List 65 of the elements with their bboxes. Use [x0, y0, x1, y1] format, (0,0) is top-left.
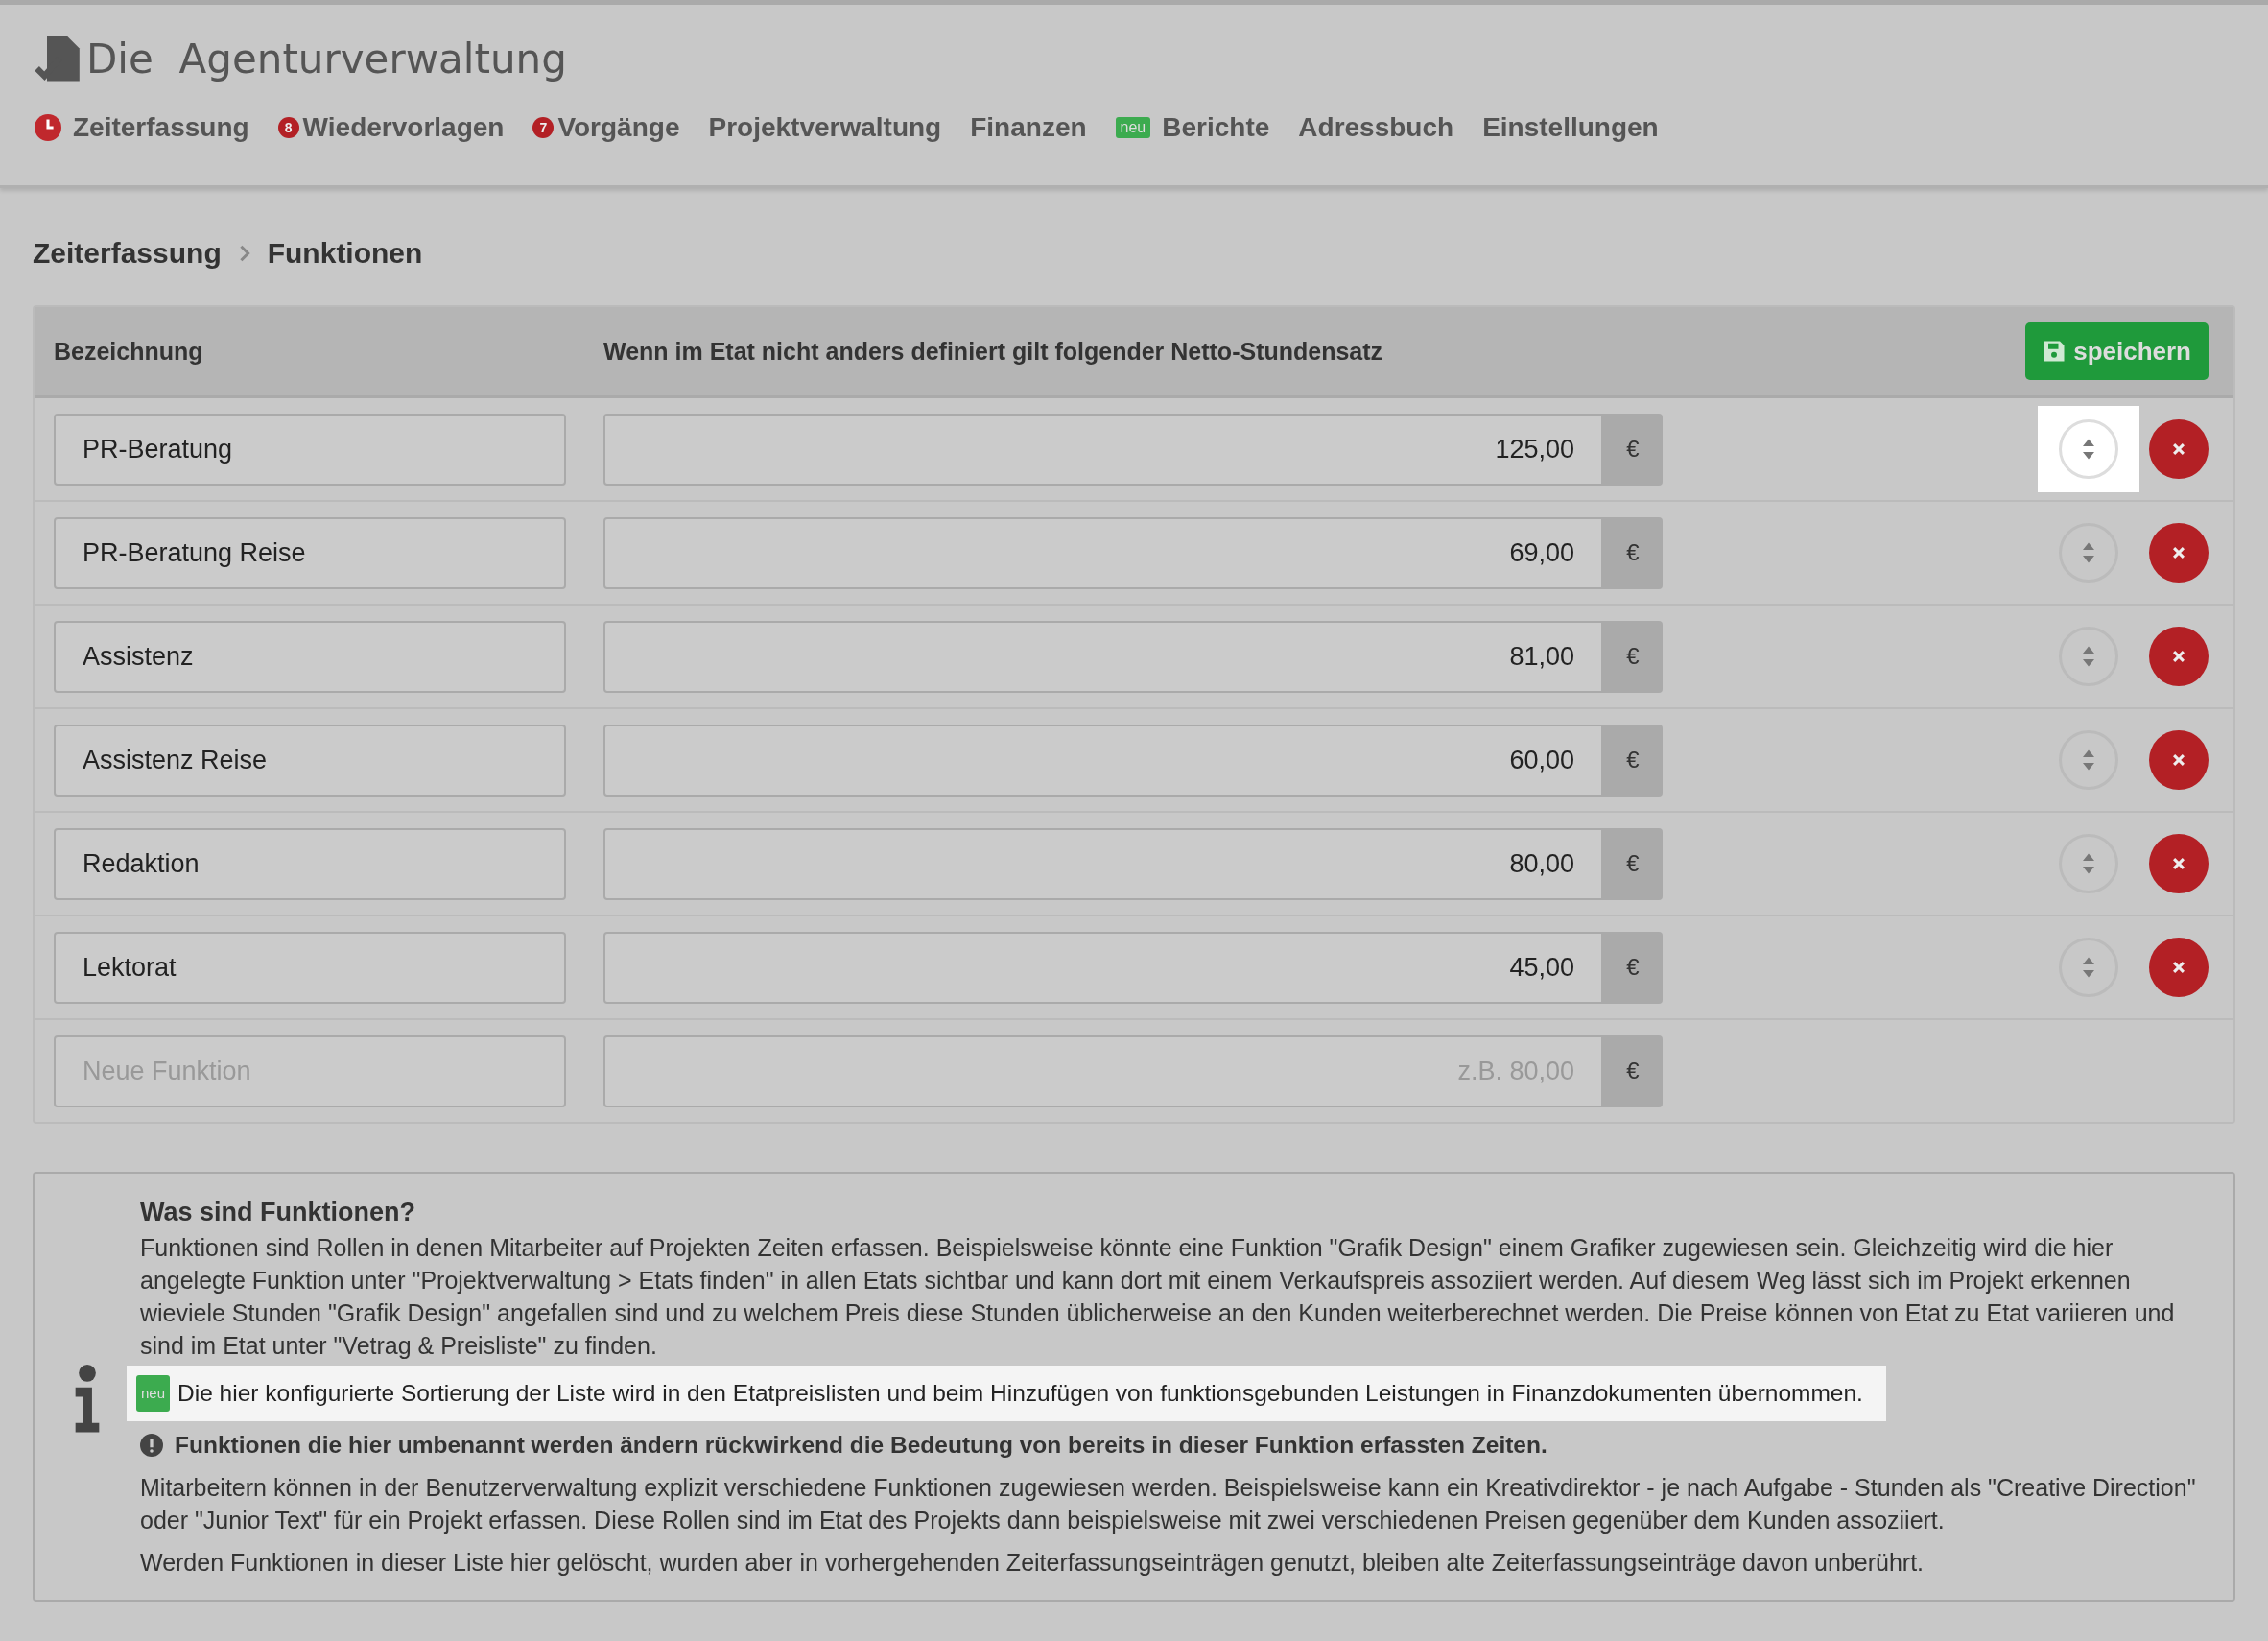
count-badge: 7: [532, 117, 555, 138]
sort-button[interactable]: [2059, 938, 2118, 997]
clock-icon: [35, 114, 61, 141]
nav-item[interactable]: Zeiterfassung: [35, 112, 249, 143]
name-field[interactable]: Assistenz Reise: [54, 724, 566, 797]
sort-icon: [2081, 852, 2096, 875]
name-field[interactable]: Lektorat: [54, 931, 566, 1004]
rate-field[interactable]: 125,00: [603, 413, 1603, 486]
rate-field[interactable]: 45,00: [603, 931, 1603, 1004]
info-paragraph: Mitarbeitern können in der Benutzerverwaltung explizit verschiedene Funktionen zugewiesen werden. Beispielsweise kann ein Kreativdirektor - je nach Aufgabe - Stunden als "Creative Direction" oder "Junior Text" für ein Projekt erfassen. Diese Rollen sind im Etat des Projekts dann beispielsweise mit zwei verschiedenen Preisen gegenüber dem Kunden assoziiert.: [140, 1473, 2197, 1535]
rate-field[interactable]: 60,00: [603, 724, 1603, 797]
sort-icon: [2081, 541, 2096, 564]
close-icon: [2172, 442, 2185, 456]
nav-item[interactable]: neu Berichte: [1115, 112, 1270, 143]
currency-addon: €: [1603, 413, 1663, 486]
page-title: Funktionen: [267, 237, 423, 270]
info-title: Was sind Funktionen?: [140, 1197, 416, 1228]
currency-addon: €: [1603, 516, 1663, 589]
rate-field[interactable]: 69,00: [603, 516, 1603, 589]
name-field[interactable]: Redaktion: [54, 827, 566, 900]
exclamation-icon: [140, 1434, 163, 1457]
nav-item[interactable]: Projektverwaltung: [708, 112, 942, 143]
sort-button[interactable]: [2059, 730, 2118, 790]
currency-addon: €: [1603, 620, 1663, 693]
column-header: Bezeichnung: [54, 337, 204, 366]
breadcrumb-item[interactable]: Zeiterfassung: [33, 237, 222, 270]
close-icon: [2172, 961, 2185, 974]
sort-button[interactable]: [2059, 627, 2118, 686]
sort-button[interactable]: [2059, 834, 2118, 893]
close-icon: [2172, 857, 2185, 870]
sort-icon: [2081, 438, 2096, 461]
name-field[interactable]: PR-Beratung: [54, 413, 566, 486]
floppy-icon: [2043, 340, 2067, 363]
rate-field[interactable]: 80,00: [603, 827, 1603, 900]
name-field[interactable]: PR-Beratung Reise: [54, 516, 566, 589]
nav-item[interactable]: 7 Vorgänge: [532, 112, 680, 143]
sort-icon: [2081, 645, 2096, 668]
sort-icon: [2081, 956, 2096, 979]
currency-addon: €: [1603, 931, 1663, 1004]
close-icon: [2172, 753, 2185, 767]
count-badge: 8: [277, 117, 299, 138]
info-paragraph: Werden Funktionen in dieser Liste hier gelöscht, wurden aber in vorhergehenden Zeiterfassungseinträgen genutzt, bleiben alte Zeiterfassungseinträge davon unberührt.: [140, 1548, 1925, 1578]
sort-icon: [2081, 749, 2096, 772]
currency-addon: €: [1603, 827, 1663, 900]
column-header: Wenn im Etat nicht anders definiert gilt folgender Netto-Stundensatz: [603, 337, 1384, 366]
nav-item[interactable]: 8 Wiedervorlagen: [277, 112, 505, 143]
nav-item[interactable]: Finanzen: [970, 112, 1087, 143]
nav-item[interactable]: Einstellungen: [1482, 112, 1659, 143]
chevron-icon: [238, 244, 250, 263]
new-badge: neu: [1115, 117, 1151, 138]
currency-addon: €: [1603, 724, 1663, 797]
warning-text: Funktionen die hier umbenannt werden ändern rückwirkend die Bedeutung von bereits in dieser Funktion erfassten Zeiten.: [175, 1431, 1547, 1460]
name-field[interactable]: Assistenz: [54, 620, 566, 693]
new-badge: neu: [136, 1375, 171, 1412]
notice-text: Die hier konfigurierte Sortierung der Liste wird in den Etatpreislisten und beim Hinzufügen von funktionsgebunden Leistungen in Finanzdokumenten übernommen.: [177, 1379, 1863, 1408]
rate-field[interactable]: 81,00: [603, 620, 1603, 693]
nav-item[interactable]: Adressbuch: [1298, 112, 1454, 143]
close-icon: [2172, 650, 2185, 663]
app-title: Die Agenturverwaltung: [86, 35, 567, 83]
sort-button[interactable]: [2059, 419, 2118, 479]
info-paragraph: Funktionen sind Rollen in denen Mitarbeiter auf Projekten Zeiten erfassen. Beispielsweise könnte eine Funktion "Grafik Design" einem Grafiker zugewiesen sein. Gleichzeitig wird die hier angelegte Funktion unter "Projektverwaltung > Etats finden" in allen Etats sichtbar und kann dort mit einem Verkaufspreis assoziiert werden. Auf diesem Weg lässt sich im Projekt erkennen wieviele Stunden "Grafik Design" angefallen sind und zu welchem Preis diese Stunden üblicherweise an den Kunden weiterberechnet werden. Die Preise können von Etat zu Etat variieren und sind im Etat unter "Vetrag & Preisliste" zu finden.: [140, 1233, 2176, 1361]
sort-button[interactable]: [2059, 523, 2118, 583]
close-icon: [2172, 546, 2185, 559]
currency-addon: €: [1603, 1035, 1663, 1107]
info-icon: [73, 1364, 102, 1435]
